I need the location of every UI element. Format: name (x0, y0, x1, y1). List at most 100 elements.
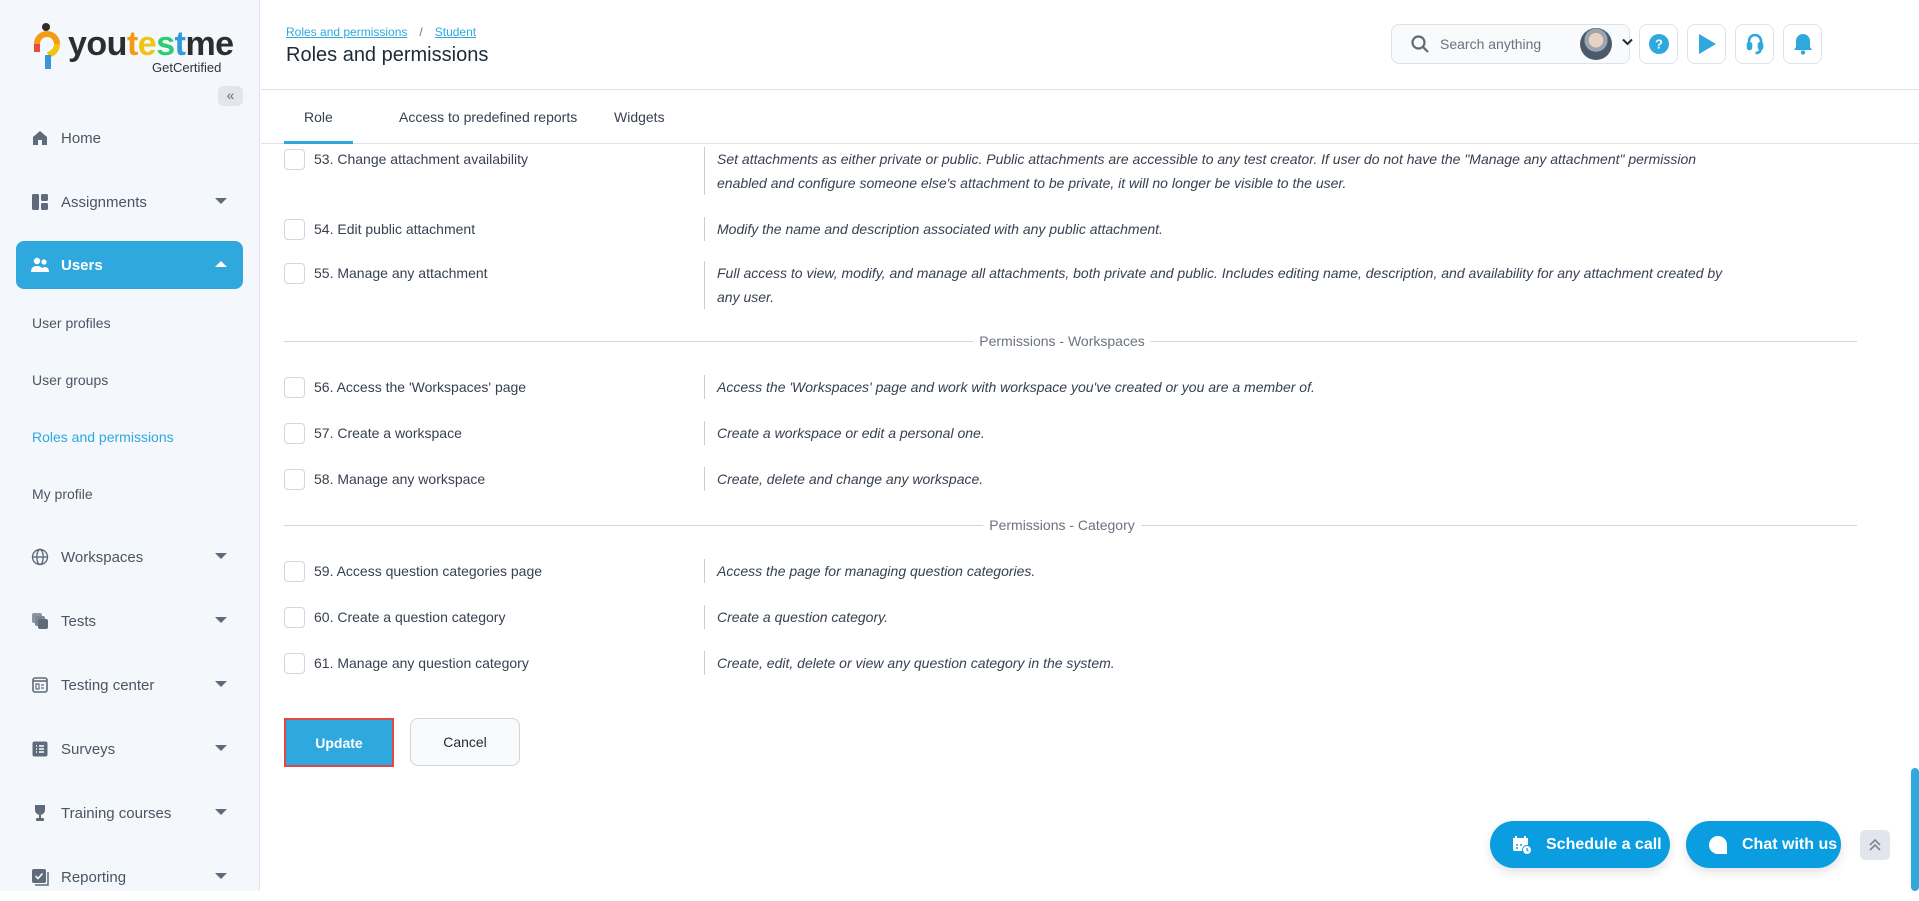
sidebar-item-testing-center[interactable]: Testing center (16, 661, 243, 709)
sidebar-subitem-user-profiles[interactable]: User profiles (32, 315, 111, 331)
tests-icon (31, 612, 49, 630)
page-title: Roles and permissions (286, 44, 488, 67)
double-chevron-up-icon (1868, 838, 1882, 852)
logo-mark-icon (34, 22, 60, 74)
double-chevron-left-icon: « (227, 87, 235, 103)
assignments-icon (31, 193, 49, 211)
sidebar-item-label: Home (61, 130, 101, 147)
trophy-icon (31, 804, 49, 822)
sidebar-item-label: Surveys (61, 741, 115, 758)
chevron-down-icon (215, 198, 227, 204)
scroll-to-top-button[interactable] (1860, 830, 1890, 860)
permission-checkbox[interactable] (284, 423, 305, 444)
permission-checkbox[interactable] (284, 263, 305, 284)
permission-name: 53. Change attachment availability (314, 151, 528, 167)
permission-checkbox[interactable] (284, 469, 305, 490)
permission-checkbox[interactable] (284, 219, 305, 240)
sidebar-item-workspaces[interactable]: Workspaces (16, 533, 243, 581)
surveys-icon (31, 740, 49, 758)
permission-description: Access the page for managing question ca… (704, 559, 1734, 583)
sidebar: youtestme GetCertified « Home Assignment… (0, 0, 260, 891)
avatar[interactable] (1580, 28, 1612, 60)
svg-text:?: ? (1655, 37, 1663, 52)
bell-icon (1793, 33, 1813, 55)
update-button[interactable]: Update (284, 718, 394, 767)
permission-description: Access the 'Workspaces' page and work wi… (704, 375, 1734, 399)
chevron-down-icon (215, 553, 227, 559)
permission-description: Modify the name and description associat… (704, 217, 1734, 241)
breadcrumb-roles-and-permissions[interactable]: Roles and permissions (286, 25, 407, 39)
permission-description: Create, edit, delete or view any questio… (704, 651, 1734, 675)
permission-checkbox[interactable] (284, 149, 305, 170)
chevron-down-icon (215, 745, 227, 751)
permission-name: 60. Create a question category (314, 609, 505, 625)
play-icon (1697, 33, 1717, 55)
cancel-button[interactable]: Cancel (410, 718, 520, 766)
sidebar-subitem-roles-and-permissions[interactable]: Roles and permissions (32, 429, 174, 445)
breadcrumb-separator: / (419, 25, 422, 39)
section-label-workspaces: Permissions - Workspaces (973, 333, 1150, 349)
sidebar-item-tests[interactable]: Tests (16, 597, 243, 645)
chevron-down-icon (215, 681, 227, 687)
sidebar-item-assignments[interactable]: Assignments (16, 178, 243, 226)
reporting-icon (31, 868, 49, 886)
permissions-list: 53. Change attachment availability Set a… (261, 145, 1919, 891)
tutorial-play-button[interactable] (1687, 24, 1726, 64)
users-icon (31, 256, 49, 274)
permission-description: Set attachments as either private or pub… (704, 147, 1734, 195)
chat-label: Chat with us (1742, 836, 1837, 854)
permission-checkbox[interactable] (284, 377, 305, 398)
schedule-call-label: Schedule a call (1546, 836, 1662, 854)
sidebar-subitem-user-groups[interactable]: User groups (32, 372, 108, 388)
sidebar-item-label: Workspaces (61, 549, 143, 566)
tab-widgets[interactable]: Widgets (594, 91, 685, 144)
permission-checkbox[interactable] (284, 561, 305, 582)
chevron-down-icon[interactable] (1622, 38, 1633, 46)
sidebar-item-label: Assignments (61, 194, 147, 211)
sidebar-item-label: Tests (61, 613, 96, 630)
breadcrumb: Roles and permissions / Student (286, 25, 476, 39)
schedule-call-button[interactable]: Schedule a call (1490, 821, 1670, 868)
tab-role[interactable]: Role (284, 91, 353, 144)
permission-checkbox[interactable] (284, 653, 305, 674)
top-header: Roles and permissions / Student Roles and … (261, 0, 1919, 90)
vertical-scrollbar[interactable] (1911, 768, 1919, 891)
testing-center-icon (31, 676, 49, 694)
chevron-down-icon (215, 617, 227, 623)
tab-bar: Role Access to predefined reports Widget… (261, 91, 1919, 144)
permission-name: 59. Access question categories page (314, 563, 542, 579)
sidebar-item-label: Training courses (61, 805, 171, 822)
chat-bubble-icon (1708, 835, 1728, 855)
collapse-sidebar-button[interactable]: « (218, 86, 243, 106)
chevron-down-icon (215, 873, 227, 879)
breadcrumb-student[interactable]: Student (435, 25, 476, 39)
chat-button[interactable]: Chat with us (1686, 821, 1841, 868)
permission-name: 61. Manage any question category (314, 655, 529, 671)
sidebar-subitem-my-profile[interactable]: My profile (32, 486, 93, 502)
permission-checkbox[interactable] (284, 607, 305, 628)
permission-description: Create a workspace or edit a personal on… (704, 421, 1734, 445)
help-button[interactable]: ? (1639, 24, 1678, 64)
logo-subtitle: GetCertified (152, 60, 221, 75)
home-icon (31, 129, 49, 147)
tab-access-to-predefined-reports[interactable]: Access to predefined reports (379, 91, 597, 144)
sidebar-item-reporting[interactable]: Reporting (16, 853, 243, 901)
permission-name: 57. Create a workspace (314, 425, 462, 441)
permission-name: 55. Manage any attachment (314, 265, 488, 281)
sidebar-item-home[interactable]: Home (16, 114, 243, 162)
section-label-category: Permissions - Category (983, 517, 1141, 533)
chevron-down-icon (215, 809, 227, 815)
support-button[interactable] (1735, 24, 1774, 64)
sidebar-item-users[interactable]: Users (16, 241, 243, 289)
sidebar-item-label: Users (61, 257, 103, 274)
sidebar-item-training-courses[interactable]: Training courses (16, 789, 243, 837)
chevron-up-icon (215, 261, 227, 267)
sidebar-item-surveys[interactable]: Surveys (16, 725, 243, 773)
permission-description: Full access to view, modify, and manage … (704, 261, 1734, 309)
permission-name: 54. Edit public attachment (314, 221, 475, 237)
sidebar-item-label: Testing center (61, 677, 154, 694)
permission-name: 56. Access the 'Workspaces' page (314, 379, 526, 395)
permission-description: Create, delete and change any workspace. (704, 467, 1734, 491)
permission-description: Create a question category. (704, 605, 1734, 629)
notifications-button[interactable] (1783, 24, 1822, 64)
